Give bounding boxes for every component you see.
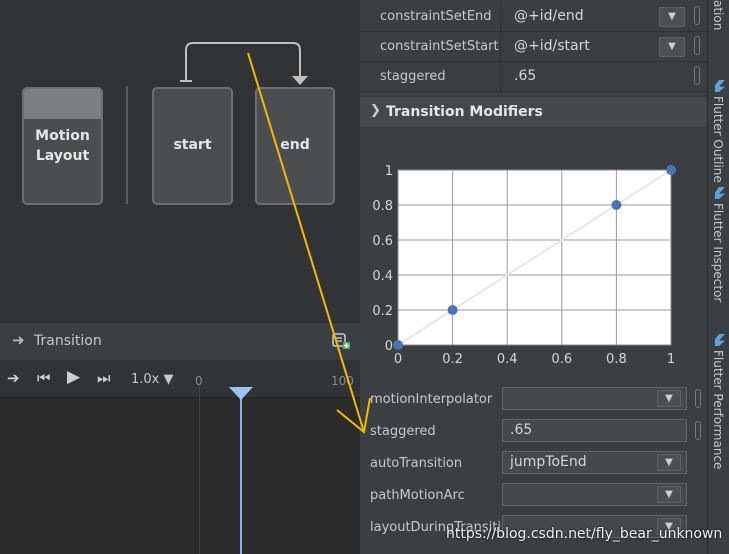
skip-forward-icon[interactable]: ⏭ <box>97 369 111 387</box>
transition-title: Transition <box>34 333 102 349</box>
form-row-pathmotionarc[interactable]: pathMotionArc ▼ <box>360 481 707 511</box>
chevron-down-icon[interactable]: ▼ <box>657 486 681 503</box>
timeline-zero-line <box>199 385 200 554</box>
form-value: jumpToEnd <box>510 454 587 470</box>
attr-reference-button[interactable] <box>695 389 701 408</box>
form-key: motionInterpolator <box>370 392 493 407</box>
tool-tab-flutter-inspector[interactable]: Flutter Inspector <box>711 203 725 302</box>
curve-control-point <box>611 200 622 210</box>
x-tick-label: 0.2 <box>442 352 463 367</box>
attributes-panel: constraintSetEnd @+id/end ▼ constraintSe… <box>360 0 707 554</box>
attr-value-field[interactable]: @+id/end ▼ <box>500 1 698 31</box>
timeline-tick-end: 100 <box>331 374 354 388</box>
attr-row-constraintsetstart[interactable]: constraintSetStart @+id/start ▼ <box>360 31 707 61</box>
y-tick-label: 0.4 <box>372 269 393 284</box>
form-row-motioninterpolator[interactable]: motionInterpolator ▼ <box>360 385 707 415</box>
x-tick-label: 0 <box>394 352 402 367</box>
form-value: .65 <box>510 422 533 438</box>
x-tick-label: 0.4 <box>497 352 518 367</box>
attr-key: constraintSetEnd <box>380 9 492 24</box>
curve-control-point <box>666 165 676 175</box>
tool-tab-flutter-outline[interactable]: Flutter Outline <box>711 96 725 183</box>
form-row-staggered[interactable]: staggered .65 <box>360 417 707 447</box>
y-tick-label: 1 <box>385 164 393 179</box>
attr-row-constraintsetend[interactable]: constraintSetEnd @+id/end ▼ <box>360 1 707 31</box>
attr-key: constraintSetStart <box>380 39 499 54</box>
curve-control-point <box>393 340 403 350</box>
speed-selector[interactable]: 1.0x ▼ <box>131 372 174 387</box>
transition-modifiers-header[interactable]: ❯ Transition Modifiers <box>360 97 707 127</box>
transition-header: ➜ Transition <box>0 322 360 360</box>
tool-tab-animation[interactable]: ation <box>711 0 725 30</box>
chevron-down-icon[interactable]: ▼ <box>659 37 685 57</box>
section-title: Transition Modifiers <box>386 104 543 120</box>
motion-layout-label: Motion Layout <box>35 128 90 164</box>
add-keyframe-icon[interactable] <box>332 331 350 351</box>
form-key: staggered <box>370 424 436 439</box>
timeline-controls: ➔ ⏮ ▶ ⏭ 1.0x ▼ 0 100 <box>0 360 360 398</box>
attr-value: @+id/end <box>514 8 584 24</box>
arrow-right-icon: ➜ <box>12 331 25 349</box>
chevron-down-icon[interactable]: ❯ <box>370 103 381 118</box>
attr-row-staggered[interactable]: staggered .65 <box>360 61 707 91</box>
speed-value: 1.0x <box>131 372 160 387</box>
constraint-set-end-node[interactable]: end <box>255 87 335 205</box>
timeline-track-area[interactable] <box>0 398 360 554</box>
chevron-down-icon[interactable]: ▼ <box>657 454 681 471</box>
form-row-autotransition[interactable]: autoTransition jumpToEnd ▼ <box>360 449 707 479</box>
transition-connector <box>180 42 308 85</box>
attr-value: .65 <box>514 68 537 84</box>
chevron-down-icon: ▼ <box>163 372 174 387</box>
playhead-line[interactable] <box>240 394 242 554</box>
attr-reference-button[interactable] <box>694 36 700 55</box>
constraint-set-start-node[interactable]: start <box>152 87 233 205</box>
y-tick-label: 0.8 <box>372 199 393 214</box>
loop-icon[interactable]: ➔ <box>7 369 20 387</box>
y-tick-label: 0 <box>385 339 393 354</box>
attr-reference-button[interactable] <box>694 66 700 85</box>
attr-value: @+id/start <box>514 38 590 54</box>
android-studio-motion-editor: Motion Layout start end ➜ Transition ➔ ⏮… <box>0 0 729 554</box>
play-icon[interactable]: ▶ <box>67 367 80 387</box>
interpolator-curve-chart: 0 0.2 0.4 0.6 0.8 1 0 0.2 0.4 0.6 0.8 1 <box>372 164 676 367</box>
form-key: pathMotionArc <box>370 488 465 503</box>
attr-reference-button[interactable] <box>695 421 701 440</box>
attr-key: staggered <box>380 69 446 84</box>
start-node-label: start <box>173 137 212 153</box>
x-tick-label: 0.8 <box>606 352 627 367</box>
staggered-input[interactable]: .65 <box>502 419 687 442</box>
y-tick-label: 0.6 <box>372 234 393 249</box>
attr-value-field[interactable]: .65 <box>500 61 698 91</box>
canvas-divider <box>126 86 128 204</box>
skip-back-icon[interactable]: ⏮ <box>37 369 51 387</box>
flutter-icon <box>715 334 725 346</box>
form-key: autoTransition <box>370 456 463 471</box>
motion-layout-node[interactable]: Motion Layout <box>22 87 103 205</box>
motion-interpolator-select[interactable]: ▼ <box>502 387 687 410</box>
flutter-icon <box>715 80 725 92</box>
node-header-bar <box>24 89 101 119</box>
row-divider <box>360 91 707 92</box>
attr-value-field[interactable]: @+id/start ▼ <box>500 31 698 61</box>
right-tool-window-strip: ation Flutter Outline Flutter Inspector … <box>707 0 729 554</box>
chevron-down-icon[interactable]: ▼ <box>659 7 685 27</box>
curve-control-point <box>447 305 458 315</box>
flutter-icon <box>715 187 725 199</box>
auto-transition-select[interactable]: jumpToEnd ▼ <box>502 451 687 474</box>
path-motion-arc-select[interactable]: ▼ <box>502 483 687 506</box>
tool-tab-flutter-performance[interactable]: Flutter Performance <box>711 350 725 469</box>
y-tick-label: 0.2 <box>372 304 393 319</box>
attr-reference-button[interactable] <box>694 6 700 25</box>
playhead-handle[interactable] <box>229 387 253 400</box>
x-tick-label: 0.6 <box>551 352 572 367</box>
end-node-label: end <box>280 137 310 153</box>
watermark-text: https://blog.csdn.net/fly_bear_unknown <box>446 526 723 542</box>
motion-layout-canvas: Motion Layout start end <box>0 0 360 322</box>
chevron-down-icon[interactable]: ▼ <box>657 390 681 407</box>
x-tick-label: 1 <box>667 352 675 367</box>
